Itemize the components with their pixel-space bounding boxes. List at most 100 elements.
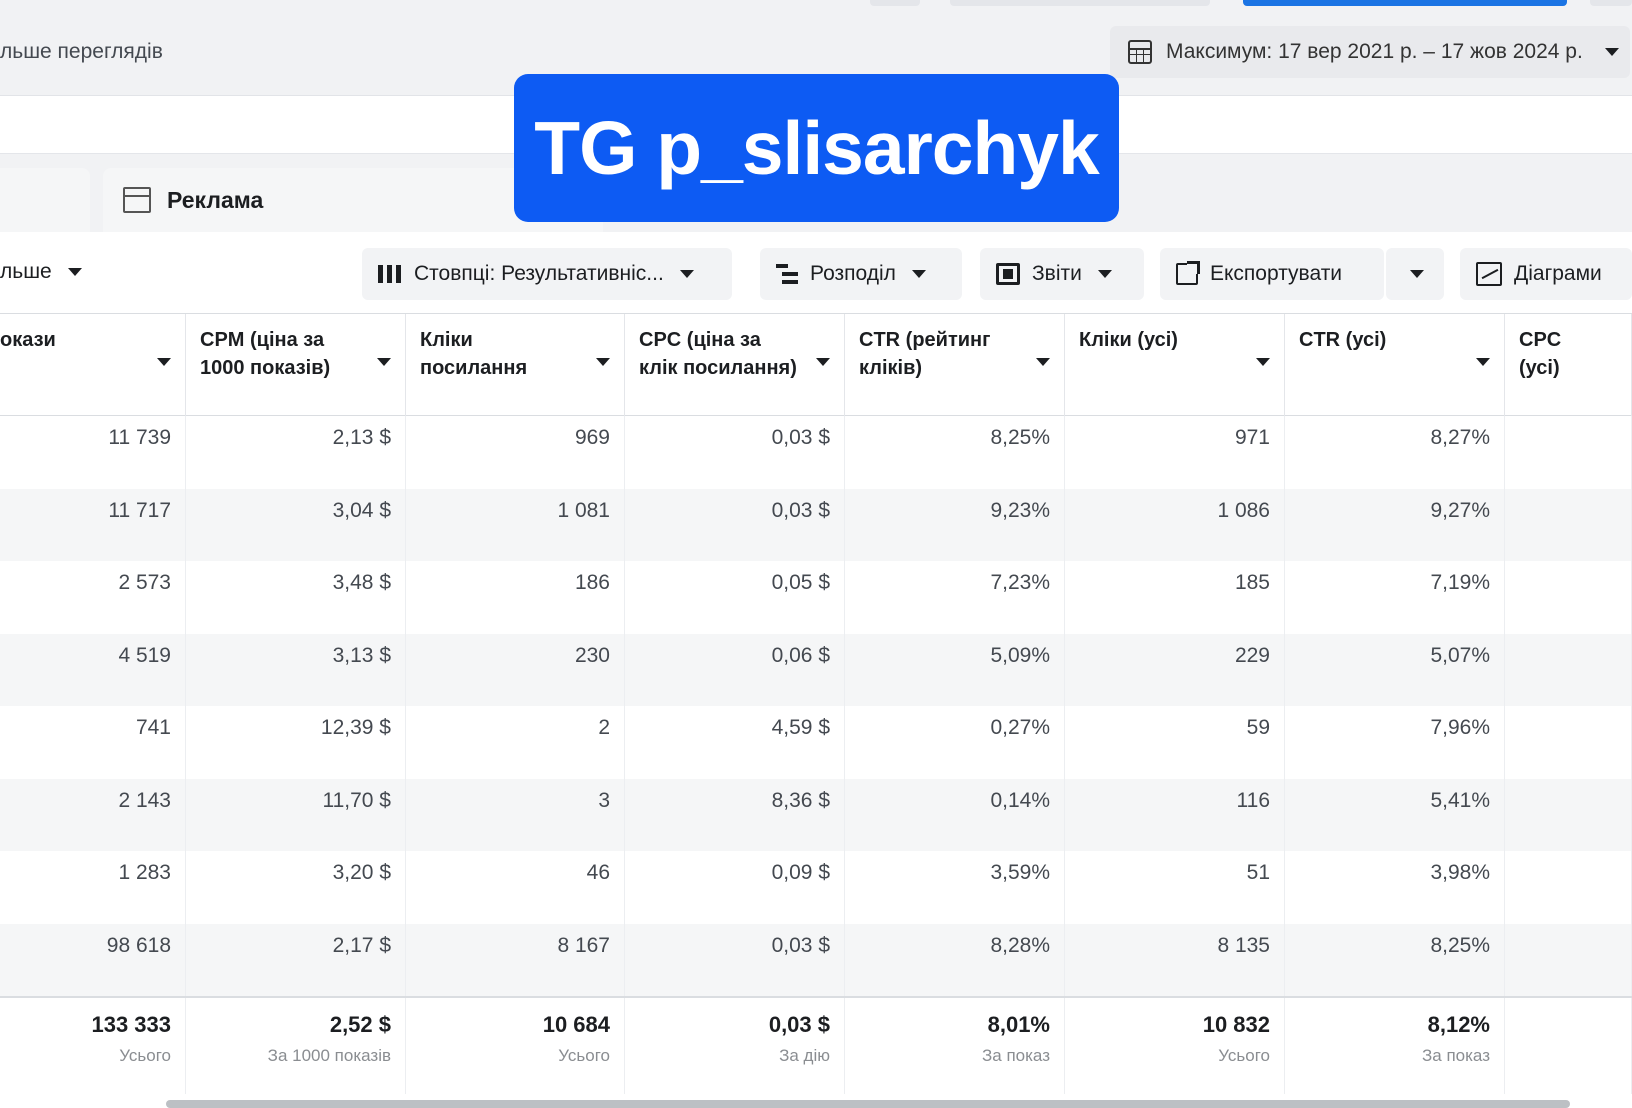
table-row[interactable]: 11 717 3,04 $1 081 0,03 $9,23% 1 086 9,27% bbox=[0, 488, 1632, 561]
table-row[interactable]: 11 739 2,13 $969 0,03 $8,25% 971 8,27% bbox=[0, 416, 1632, 489]
reports-button[interactable]: Звіти bbox=[980, 248, 1144, 300]
cell-link_clicks: 1 081 bbox=[406, 488, 625, 561]
cell-link_clicks: 230 bbox=[406, 633, 625, 706]
reports-icon bbox=[996, 263, 1020, 285]
cell-cpc_link: 0,03 $ bbox=[625, 488, 845, 561]
total-value: 10 832 bbox=[1202, 1012, 1270, 1037]
sort-caret-icon[interactable] bbox=[377, 358, 391, 366]
chevron-down-icon bbox=[679, 270, 694, 278]
table-row[interactable]: 2 573 3,48 $186 0,05 $7,23% 185 7,19% bbox=[0, 561, 1632, 634]
more-label: льше bbox=[0, 260, 52, 283]
cell-impressions: 4 519 bbox=[0, 633, 186, 706]
table-toolbar: льше Стовпці: Результативніс... Розподіл… bbox=[0, 232, 1632, 314]
cell-ctr_link: 7,23% bbox=[845, 561, 1065, 634]
cell-link_clicks: 3 bbox=[406, 778, 625, 851]
cell-clicks_all: 1 086 bbox=[1065, 488, 1285, 561]
cell-link_clicks: 2 bbox=[406, 706, 625, 779]
watermark-text: TG p_slisarchyk bbox=[534, 106, 1099, 190]
table-body: 11 739 2,13 $969 0,03 $8,25% 971 8,27% 11 717… bbox=[0, 416, 1632, 996]
column-header-cpc_all[interactable]: CPC (усі) bbox=[1505, 314, 1632, 416]
top-control-partial[interactable] bbox=[870, 0, 920, 6]
cell-cpm: 3,48 $ bbox=[186, 561, 406, 634]
cell-clicks_all: 59 bbox=[1065, 706, 1285, 779]
table-row[interactable]: 4 519 3,13 $230 0,06 $5,09% 229 5,07% bbox=[0, 633, 1632, 706]
cell-cpc_all bbox=[1505, 706, 1632, 779]
totals-row: 133 333 Усього 2,52 $ За 1000 показів 10 684… bbox=[0, 996, 1632, 1094]
column-header-impressions[interactable]: окази bbox=[0, 314, 186, 416]
charts-icon bbox=[1476, 262, 1502, 286]
table-row[interactable]: 1 283 3,20 $46 0,09 $3,59% 51 3,98% bbox=[0, 851, 1632, 924]
column-header-clicks_all[interactable]: Кліки (усі) bbox=[1065, 314, 1285, 416]
cell-cpc_link: 0,03 $ bbox=[625, 416, 845, 489]
cell-cpm: 12,39 $ bbox=[186, 706, 406, 779]
columns-button[interactable]: Стовпці: Результативніс... bbox=[362, 248, 732, 300]
table-row[interactable]: 2 143 11,70 $3 8,36 $0,14% 116 5,41% bbox=[0, 778, 1632, 851]
column-header-label: CPC (усі) bbox=[1519, 329, 1562, 379]
tab-adsets[interactable] bbox=[0, 168, 90, 232]
date-range-label: Максимум: 17 вер 2021 р. – 17 жов 2024 р… bbox=[1166, 40, 1583, 63]
breakdown-label: Розподіл bbox=[810, 262, 896, 285]
cell-cpc_link: 0,03 $ bbox=[625, 923, 845, 996]
chevron-down-icon bbox=[1604, 48, 1619, 56]
total-caption: За показ bbox=[982, 1046, 1050, 1065]
export-options-button[interactable] bbox=[1386, 248, 1444, 300]
cell-clicks_all: 116 bbox=[1065, 778, 1285, 851]
more-dropdown[interactable]: льше bbox=[0, 260, 82, 284]
cell-link_clicks: 46 bbox=[406, 851, 625, 924]
cell-ctr_link: 8,28% bbox=[845, 923, 1065, 996]
total-value: 0,03 $ bbox=[768, 1012, 830, 1037]
charts-button[interactable]: Діаграми bbox=[1460, 248, 1632, 300]
sort-caret-icon[interactable] bbox=[816, 358, 830, 366]
cell-ctr_link: 8,25% bbox=[845, 416, 1065, 489]
column-header-ctr_link[interactable]: CTR (рейтинг кліків) bbox=[845, 314, 1065, 416]
total-value: 8,12% bbox=[1427, 1012, 1490, 1037]
cell-cpc_all bbox=[1505, 416, 1632, 489]
sort-caret-icon[interactable] bbox=[596, 358, 610, 366]
cell-impressions: 2 573 bbox=[0, 561, 186, 634]
column-header-cpm[interactable]: CPM (ціна за 1000 показів) bbox=[186, 314, 406, 416]
cell-cpc_link: 0,09 $ bbox=[625, 851, 845, 924]
column-header-cpc_link[interactable]: CPC (ціна за клік посилання) bbox=[625, 314, 845, 416]
top-control-partial[interactable] bbox=[950, 0, 1210, 6]
column-header-label: CTR (усі) bbox=[1299, 329, 1387, 351]
watermark-banner: TG p_slisarchyk bbox=[514, 74, 1119, 222]
sort-caret-icon[interactable] bbox=[1476, 358, 1490, 366]
top-control-partial[interactable] bbox=[1590, 0, 1632, 6]
total-link_clicks: 10 684 Усього bbox=[406, 998, 625, 1094]
cell-ctr_all: 9,27% bbox=[1285, 488, 1505, 561]
column-header-label: CPC (ціна за клік посилання) bbox=[639, 329, 797, 379]
cell-ctr_link: 9,23% bbox=[845, 488, 1065, 561]
views-link[interactable]: льше переглядів bbox=[0, 40, 163, 64]
cell-ctr_all: 5,07% bbox=[1285, 633, 1505, 706]
table-row[interactable]: 741 12,39 $2 4,59 $0,27% 59 7,96% bbox=[0, 706, 1632, 779]
breakdown-button[interactable]: Розподіл bbox=[760, 248, 962, 300]
cell-cpc_link: 0,06 $ bbox=[625, 633, 845, 706]
cell-clicks_all: 8 135 bbox=[1065, 923, 1285, 996]
cell-ctr_all: 7,19% bbox=[1285, 561, 1505, 634]
sort-caret-icon[interactable] bbox=[157, 358, 171, 366]
cell-ctr_all: 3,98% bbox=[1285, 851, 1505, 924]
total-ctr_all: 8,12% За показ bbox=[1285, 998, 1505, 1094]
table-row[interactable]: 98 618 2,17 $8 167 0,03 $8,28% 8 135 8,25% bbox=[0, 923, 1632, 996]
sort-caret-icon[interactable] bbox=[1036, 358, 1050, 366]
cell-clicks_all: 229 bbox=[1065, 633, 1285, 706]
primary-action-partial[interactable] bbox=[1243, 0, 1567, 6]
cell-cpm: 11,70 $ bbox=[186, 778, 406, 851]
cell-ctr_all: 8,27% bbox=[1285, 416, 1505, 489]
cell-cpm: 3,20 $ bbox=[186, 851, 406, 924]
cell-clicks_all: 185 bbox=[1065, 561, 1285, 634]
column-header-label: CTR (рейтинг кліків) bbox=[859, 329, 991, 379]
total-value: 10 684 bbox=[542, 1012, 610, 1037]
export-button[interactable]: Експортувати bbox=[1160, 248, 1384, 300]
cell-cpc_link: 8,36 $ bbox=[625, 778, 845, 851]
column-header-ctr_all[interactable]: CTR (усі) bbox=[1285, 314, 1505, 416]
column-header-link_clicks[interactable]: Кліки посилання bbox=[406, 314, 625, 416]
total-cpc_all bbox=[1505, 998, 1632, 1094]
horizontal-scrollbar[interactable] bbox=[166, 1100, 1570, 1108]
calendar-icon bbox=[1128, 40, 1152, 64]
total-caption: За 1000 показів bbox=[267, 1046, 391, 1065]
column-header-label: CPM (ціна за 1000 показів) bbox=[200, 329, 331, 379]
column-header-label: Кліки посилання bbox=[420, 329, 528, 379]
date-range-picker[interactable]: Максимум: 17 вер 2021 р. – 17 жов 2024 р… bbox=[1110, 26, 1630, 78]
sort-caret-icon[interactable] bbox=[1256, 358, 1270, 366]
